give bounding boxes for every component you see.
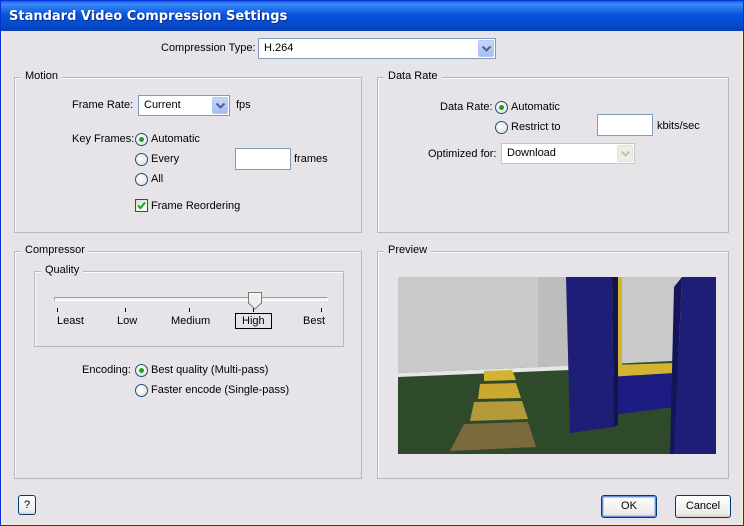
- radio-selected-dot: [499, 105, 504, 110]
- data-rate-restrict-input[interactable]: [597, 114, 653, 136]
- optimized-for-label: Optimized for:: [428, 148, 497, 160]
- kbits-unit-label: kbits/sec: [657, 120, 700, 132]
- radio-button[interactable]: [135, 153, 148, 166]
- key-frames-every-label: Every: [151, 153, 180, 165]
- frame-rate-dropdown[interactable]: Current: [138, 95, 230, 116]
- radio-selected-dot: [139, 368, 144, 373]
- quality-level-least: Least: [57, 315, 84, 327]
- quality-level-high: High: [235, 313, 272, 329]
- quality-slider-thumb[interactable]: [248, 292, 262, 310]
- dialog-client: Compression Type: H.264 Motion Frame Rat…: [4, 31, 740, 523]
- data-rate-automatic-label: Automatic: [511, 101, 560, 113]
- quality-group: Quality Least Low Medium High Best: [34, 264, 344, 347]
- frames-unit-label: frames: [294, 153, 328, 165]
- compressor-group-title: Compressor: [21, 244, 89, 256]
- frame-reordering-checkbox[interactable]: [135, 199, 148, 212]
- radio-button[interactable]: [135, 364, 148, 377]
- frame-rate-value: Current: [144, 99, 181, 111]
- radio-button[interactable]: [135, 133, 148, 146]
- compression-type-dropdown[interactable]: H.264: [258, 38, 496, 59]
- quality-tick: [57, 308, 58, 312]
- help-button[interactable]: ?: [18, 495, 36, 515]
- key-frames-every-input[interactable]: [235, 148, 291, 170]
- quality-tick: [189, 308, 190, 312]
- frame-rate-label: Frame Rate:: [72, 99, 134, 111]
- encoding-multi-pass-label: Best quality (Multi-pass): [151, 364, 269, 376]
- quality-slider-track[interactable]: [54, 297, 328, 301]
- radio-button[interactable]: [135, 384, 148, 397]
- chevron-down-icon[interactable]: [212, 97, 228, 114]
- preview-scene: [398, 277, 716, 454]
- quality-level-low: Low: [117, 315, 138, 327]
- data-rate-restrict-label: Restrict to: [511, 121, 561, 133]
- radio-button[interactable]: [135, 173, 148, 186]
- radio-button[interactable]: [495, 121, 508, 134]
- preview-image: [398, 277, 716, 454]
- encoding-label: Encoding:: [82, 364, 131, 376]
- quality-tick: [321, 308, 322, 312]
- key-frames-automatic-label: Automatic: [151, 133, 200, 145]
- compression-type-value: H.264: [264, 42, 294, 54]
- compressor-group: Compressor Quality Least Low Medium High…: [14, 244, 362, 479]
- cancel-button[interactable]: Cancel: [675, 495, 731, 518]
- motion-group: Motion Frame Rate: Current fps Key Frame…: [14, 70, 362, 233]
- motion-group-title: Motion: [21, 70, 63, 82]
- compression-type-label: Compression Type:: [161, 42, 256, 54]
- frame-reordering-label: Frame Reordering: [151, 200, 241, 212]
- data-rate-group-title: Data Rate: [384, 70, 442, 82]
- radio-button[interactable]: [495, 101, 508, 114]
- radio-selected-dot: [139, 137, 144, 142]
- data-rate-label: Data Rate:: [440, 101, 493, 113]
- fps-unit-label: fps: [236, 99, 251, 111]
- key-frames-label: Key Frames:: [72, 133, 135, 145]
- checkmark-icon: [137, 201, 146, 210]
- encoding-single-pass-label: Faster encode (Single-pass): [151, 384, 290, 396]
- quality-tick: [125, 308, 126, 312]
- key-frames-all-label: All: [151, 173, 164, 185]
- chevron-down-icon[interactable]: [478, 40, 494, 57]
- data-rate-group: Data Rate Data Rate: Automatic Restrict …: [377, 70, 729, 233]
- preview-group-title: Preview: [384, 244, 432, 256]
- quality-level-best: Best: [303, 315, 326, 327]
- window-title: Standard Video Compression Settings: [1, 1, 743, 31]
- optimized-for-dropdown[interactable]: Download: [501, 143, 635, 164]
- chevron-down-icon[interactable]: [617, 145, 633, 162]
- optimized-for-value: Download: [507, 147, 556, 159]
- quality-group-title: Quality: [41, 264, 84, 276]
- ok-button[interactable]: OK: [601, 495, 657, 518]
- quality-level-medium: Medium: [171, 315, 211, 327]
- dialog-window: Standard Video Compression Settings Comp…: [0, 0, 744, 526]
